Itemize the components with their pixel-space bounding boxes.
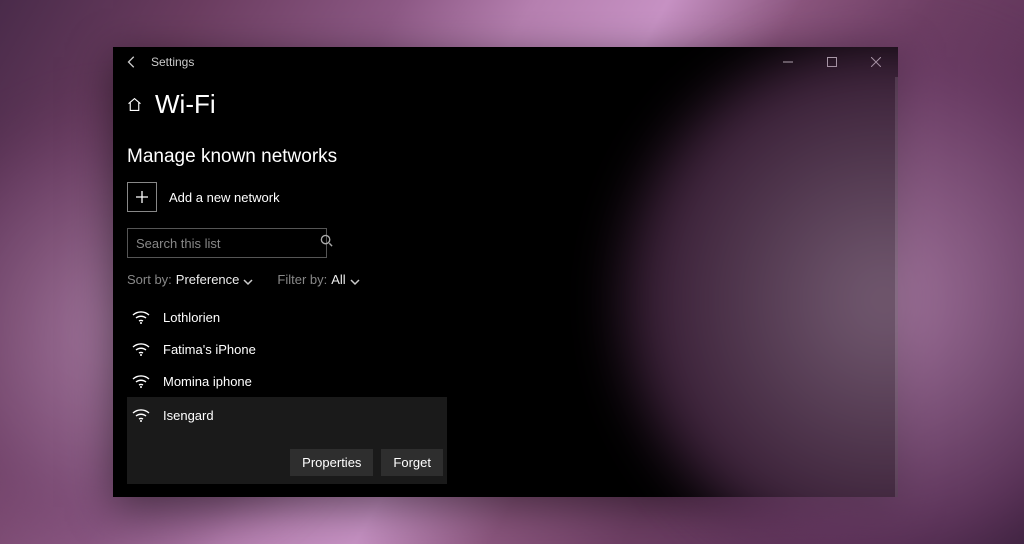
forget-button[interactable]: Forget bbox=[381, 449, 443, 476]
chevron-down-icon bbox=[350, 275, 360, 285]
maximize-button[interactable] bbox=[810, 47, 854, 77]
network-name: Momina iphone bbox=[163, 374, 252, 389]
network-name: Isengard bbox=[163, 408, 214, 423]
home-icon[interactable] bbox=[125, 96, 143, 114]
sort-dropdown[interactable]: Sort by: Preference bbox=[127, 272, 253, 287]
filter-label: Filter by: bbox=[277, 272, 327, 287]
network-list: Lothlorien Fatima's iPhone Momina iphone bbox=[127, 301, 886, 484]
manage-networks-section: Manage known networks Add a new network … bbox=[125, 146, 886, 484]
add-network-button[interactable]: Add a new network bbox=[127, 182, 886, 212]
network-name: Lothlorien bbox=[163, 310, 220, 325]
network-item[interactable]: Lothlorien bbox=[127, 301, 886, 333]
sort-value: Preference bbox=[176, 272, 240, 287]
wifi-icon bbox=[131, 407, 151, 423]
add-network-label: Add a new network bbox=[169, 190, 280, 205]
network-actions: Properties Forget bbox=[290, 449, 443, 476]
wifi-icon bbox=[131, 309, 151, 325]
network-item[interactable]: Fatima's iPhone bbox=[127, 333, 886, 365]
plus-icon bbox=[127, 182, 157, 212]
close-button[interactable] bbox=[854, 47, 898, 77]
minimize-button[interactable] bbox=[766, 47, 810, 77]
search-icon bbox=[320, 234, 333, 252]
chevron-down-icon bbox=[243, 275, 253, 285]
page-title: Wi-Fi bbox=[155, 89, 216, 120]
search-box[interactable] bbox=[127, 228, 327, 258]
network-name: Fatima's iPhone bbox=[163, 342, 256, 357]
window-body: Wi-Fi Manage known networks Add a new ne… bbox=[113, 77, 898, 497]
network-item-selected[interactable]: Isengard Properties Forget bbox=[127, 397, 447, 484]
properties-button[interactable]: Properties bbox=[290, 449, 373, 476]
filter-dropdown[interactable]: Filter by: All bbox=[277, 272, 359, 287]
wifi-icon bbox=[131, 373, 151, 389]
title-bar: Settings bbox=[113, 47, 898, 77]
scrollbar[interactable] bbox=[895, 77, 898, 497]
network-item[interactable]: Momina iphone bbox=[127, 365, 886, 397]
app-title: Settings bbox=[151, 55, 194, 69]
list-filters: Sort by: Preference Filter by: All bbox=[127, 272, 886, 287]
page-header: Wi-Fi bbox=[125, 77, 886, 128]
search-input[interactable] bbox=[136, 236, 312, 251]
wifi-icon bbox=[131, 341, 151, 357]
section-heading: Manage known networks bbox=[127, 146, 886, 168]
sort-label: Sort by: bbox=[127, 272, 172, 287]
filter-value: All bbox=[331, 272, 345, 287]
back-button[interactable] bbox=[113, 47, 151, 77]
settings-window: Settings Wi-Fi Manage known networks bbox=[113, 47, 898, 497]
